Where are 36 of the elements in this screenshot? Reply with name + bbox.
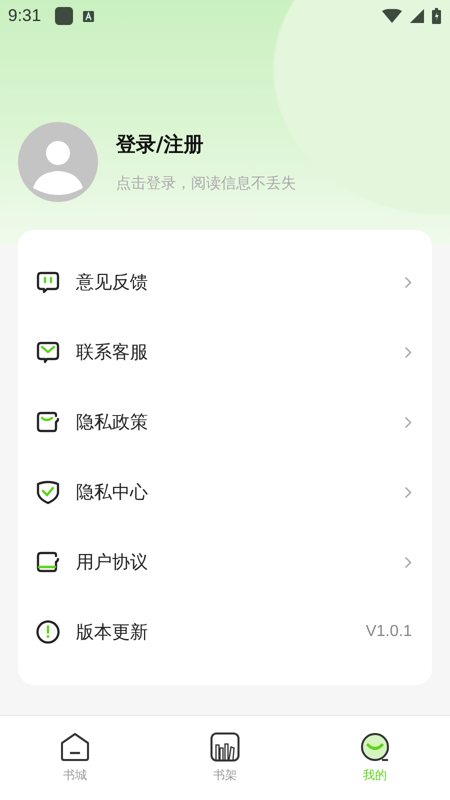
shield-check-icon [35,479,61,505]
menu-item[interactable]: 意见反馈 [18,247,432,317]
menu-item[interactable]: 隐私政策 [18,387,432,457]
envelope-icon [35,409,61,435]
version-text: V1.0.1 [366,623,412,641]
chevron-right-icon [404,346,412,358]
chevron-right-icon [404,416,412,428]
bookshelf-icon [210,732,240,762]
speech-bubble-icon [35,269,61,295]
menu-label: 隐私政策 [76,411,148,434]
chevron-right-icon [404,276,412,288]
keyboard-icon [83,10,94,22]
smile-circle-icon [360,732,390,762]
notification-icon [55,7,74,25]
exclamation-circle-icon [35,619,61,645]
home-icon [60,732,90,762]
menu-label: 意见反馈 [76,271,148,294]
chevron-right-icon [404,486,412,498]
menu-item[interactable]: 用户协议 [18,527,432,597]
menu-item[interactable]: 联系客服 [18,317,432,387]
menu-item[interactable]: 版本更新 V1.0.1 [18,597,432,667]
status-time: 9:31 [8,6,42,26]
login-title[interactable]: 登录/注册 [116,131,296,158]
mail-bubble-icon [35,339,61,365]
menu-label: 用户协议 [76,551,148,574]
login-hint: 点击登录，阅读信息不丢失 [116,174,296,193]
document-icon [35,549,61,575]
menu-item[interactable]: 隐私中心 [18,457,432,527]
avatar-icon[interactable] [18,122,98,202]
wifi-icon [382,9,402,23]
menu-label: 版本更新 [76,621,148,644]
signal-icon [410,9,424,23]
menu-label: 联系客服 [76,341,148,364]
chevron-right-icon [404,556,412,568]
menu-label: 隐私中心 [76,481,148,504]
battery-icon [432,8,441,24]
